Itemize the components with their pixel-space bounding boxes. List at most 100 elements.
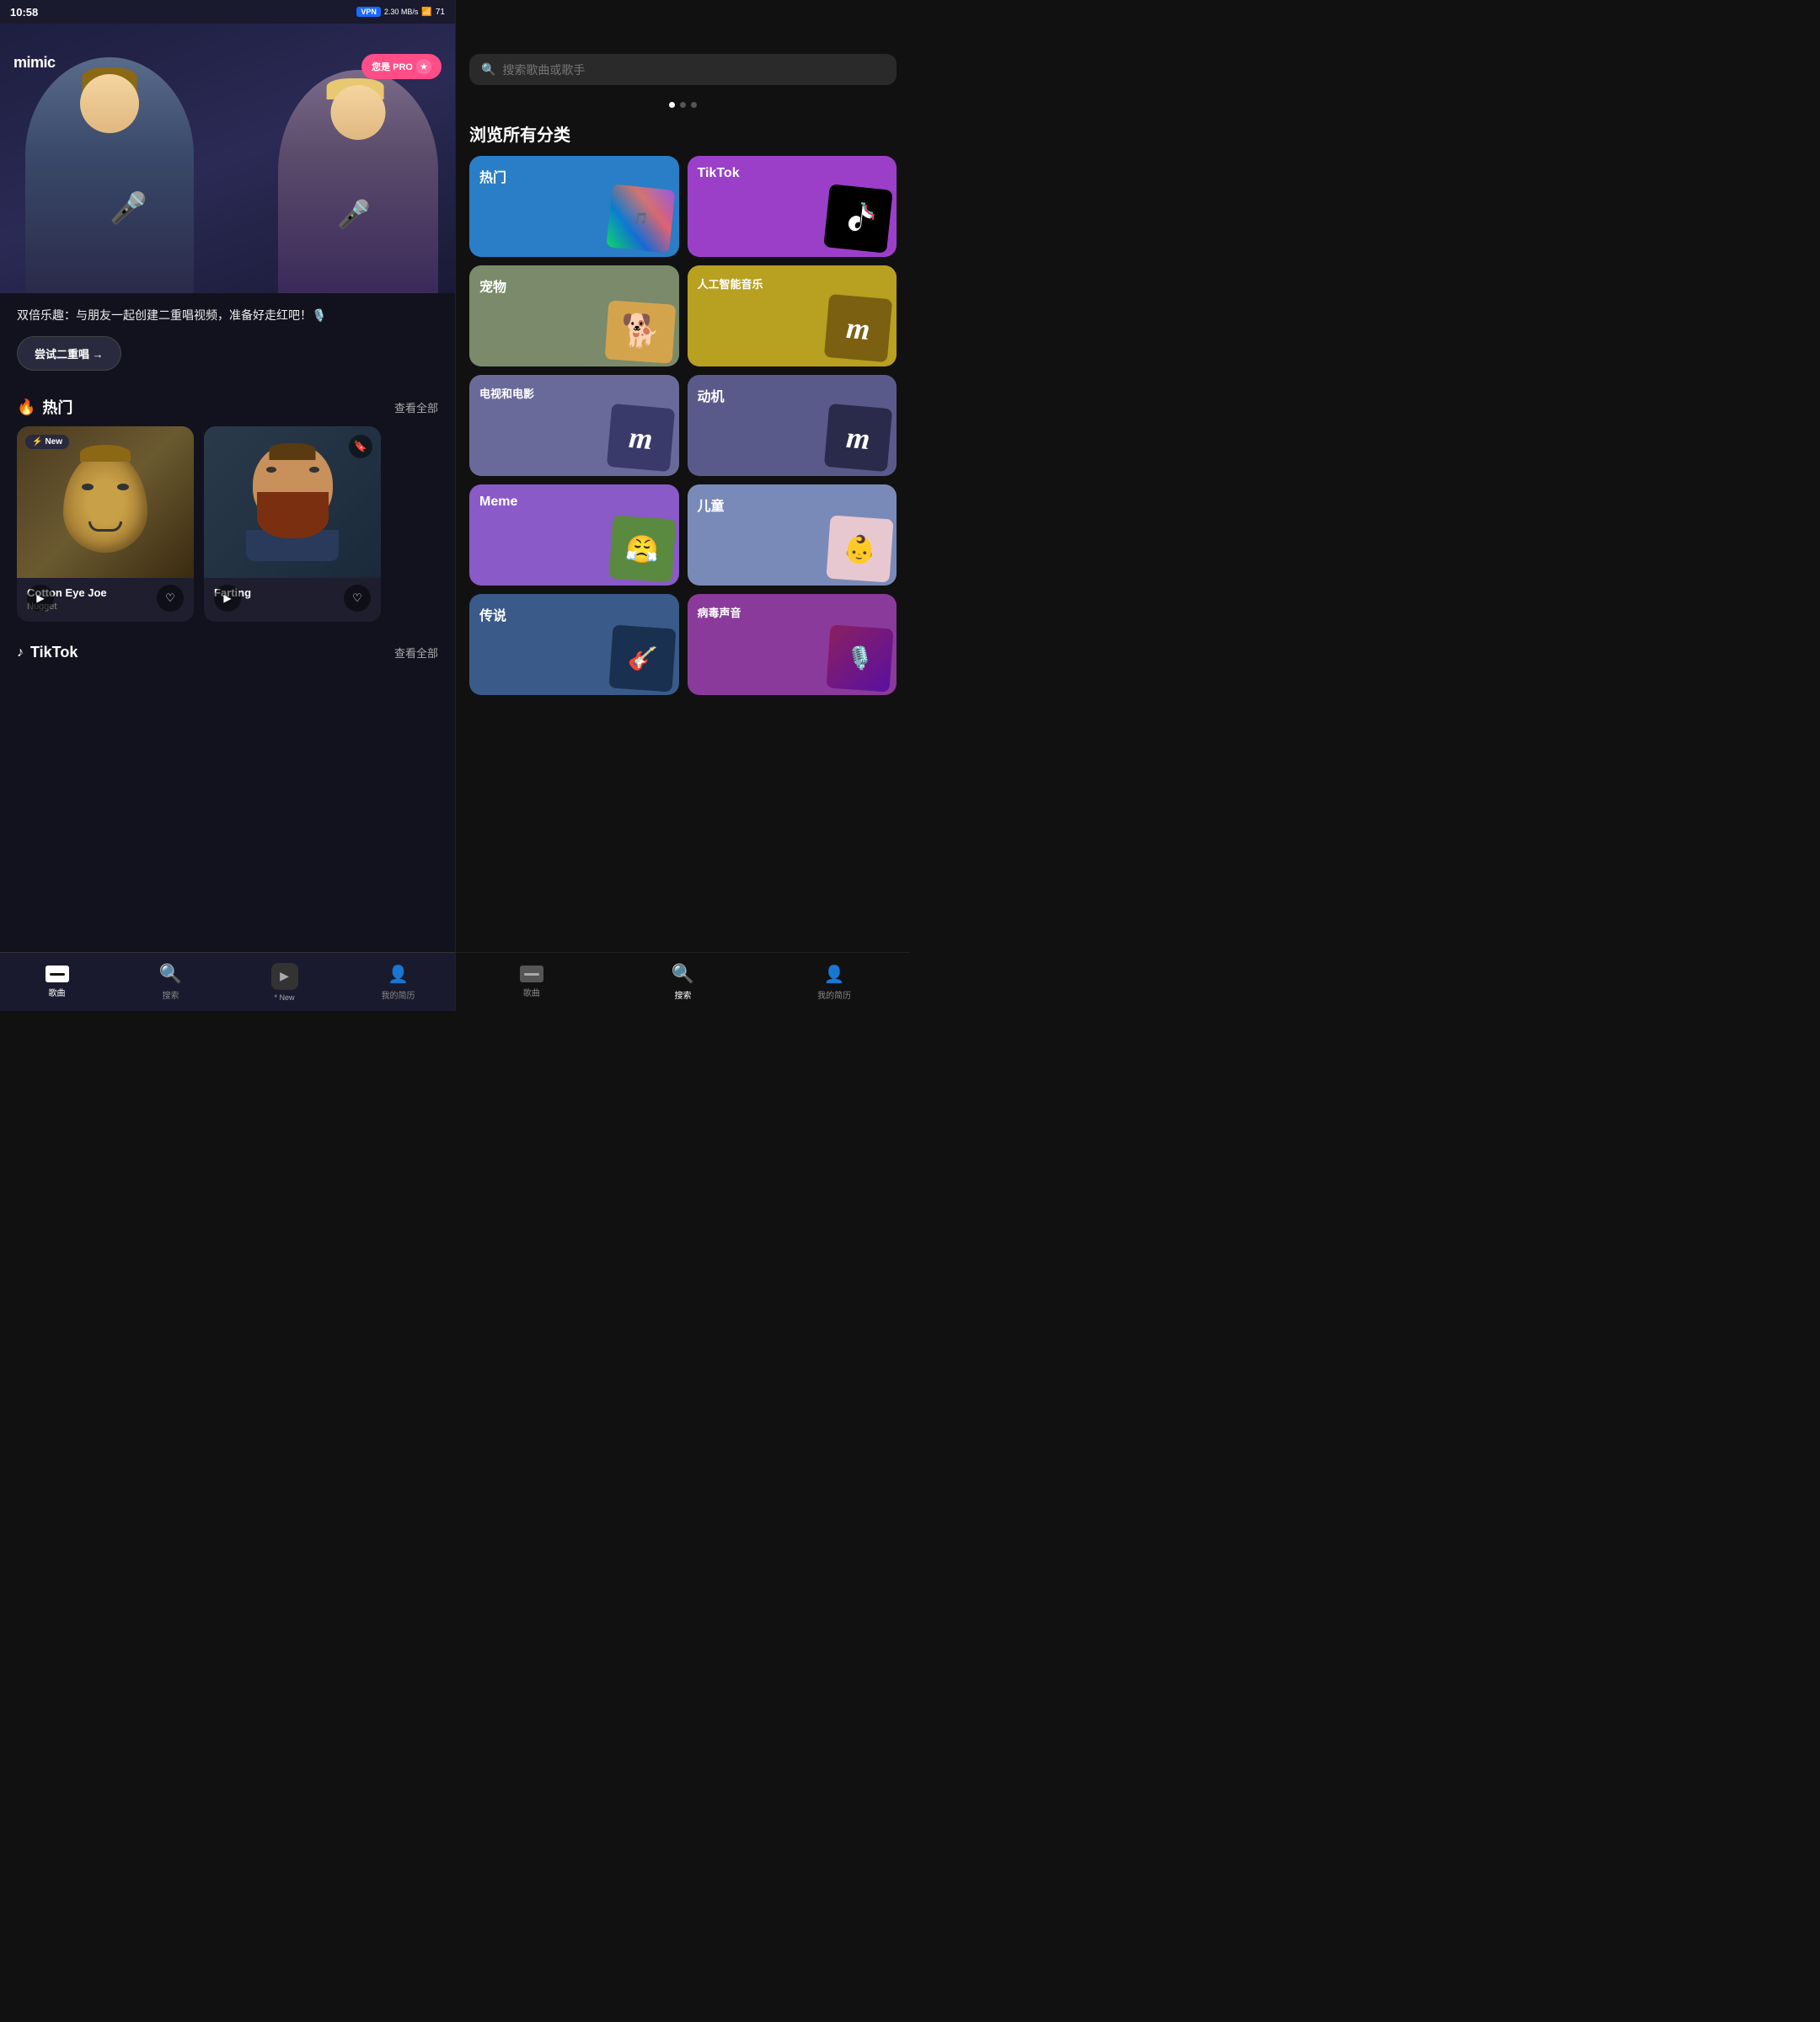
nav-songs-left[interactable]: 歌曲: [0, 966, 114, 998]
head-left: [80, 74, 139, 133]
status-bar-left: 10:58 VPN 2.30 MB/s 📶 71: [0, 0, 455, 24]
tiktok-see-all[interactable]: 查看全部: [394, 645, 438, 661]
songs-icon-left: [46, 966, 69, 982]
man-eye-left: [266, 467, 276, 473]
pro-badge[interactable]: 您是 PRO ★: [361, 54, 442, 79]
hot-title-wrap: 🔥 热门: [17, 396, 72, 418]
nav-profile-label-left: 我的简历: [382, 988, 415, 1001]
cat-label-legend: 传说: [479, 604, 506, 624]
nav-profile-right[interactable]: 👤 我的简历: [758, 964, 910, 1001]
duet-button[interactable]: 尝试二重唱 →: [17, 336, 121, 371]
nav-search-right[interactable]: 🔍 搜索: [608, 963, 759, 1001]
potato-character: [63, 452, 147, 553]
category-viral-sound[interactable]: 病毒声音 🎙️: [688, 594, 897, 695]
bookmark-button-farting[interactable]: 🔖: [349, 435, 372, 458]
hot-title: 热门: [42, 396, 72, 418]
like-button-cotton[interactable]: ♡: [157, 585, 184, 612]
category-tiktok[interactable]: TikTok: [688, 156, 897, 257]
mic-right: 🎤: [337, 198, 371, 230]
category-pet[interactable]: 宠物 🐕: [469, 265, 679, 366]
page-dots: [456, 95, 910, 115]
cat-label-motive: 动机: [698, 385, 725, 405]
bearded-man-illustration: [242, 443, 343, 561]
category-ai-music[interactable]: 人工智能音乐 m: [688, 265, 897, 366]
search-input[interactable]: [502, 63, 885, 77]
mimic-m-motive: m: [845, 419, 872, 456]
cat-thumb-ai: m: [824, 294, 892, 362]
nav-new-left[interactable]: ▶ * New: [228, 963, 341, 1002]
search-header: 🔍: [456, 24, 910, 95]
cat-label-pet: 宠物: [479, 275, 506, 296]
bolt-icon: ⚡: [32, 437, 42, 447]
song-card-cotton-eye-joe[interactable]: ⚡ New ▶ ♡ Cotton Eye Joe Nugget: [17, 426, 194, 622]
profile-icon-left: 👤: [388, 964, 409, 985]
nav-search-label-right: 搜索: [675, 988, 692, 1001]
mimic-m-ai: m: [845, 309, 872, 346]
left-panel: 10:58 VPN 2.30 MB/s 📶 71 🎤: [0, 0, 455, 1011]
songs-icon-right: [520, 966, 543, 982]
categories-grid: 热门 🎵 TikTok: [456, 156, 910, 695]
man-hair: [270, 443, 316, 460]
status-icons-left: VPN 2.30 MB/s 📶 71: [356, 7, 445, 17]
nav-search-left[interactable]: 🔍 搜索: [114, 963, 228, 1001]
nav-songs-label-left: 歌曲: [49, 986, 66, 998]
category-motive[interactable]: 动机 m: [688, 375, 897, 476]
man-eye-right: [309, 467, 319, 473]
play-button-cotton[interactable]: ▶: [27, 585, 54, 612]
search-icon-left: 🔍: [159, 963, 182, 985]
hot-see-all[interactable]: 查看全部: [394, 399, 438, 415]
profile-icon-right: 👤: [824, 964, 845, 985]
tiktok-section-header: ♪ TikTok 查看全部: [0, 629, 455, 670]
mic-left: 🎤: [110, 190, 147, 226]
category-legend[interactable]: 传说 🎸: [469, 594, 679, 695]
like-button-farting[interactable]: ♡: [344, 585, 371, 612]
mimic-m-tv: m: [627, 419, 654, 456]
new-plus-icon: ▶: [271, 963, 298, 990]
right-content: 🔍 浏览所有分类 热门 🎵 TikTok: [456, 0, 910, 1011]
tiktok-title: TikTok: [30, 644, 78, 661]
category-kids[interactable]: 儿童 👶: [688, 484, 897, 586]
speed-left: 2.30 MB/s: [384, 8, 419, 16]
hero-description: 双倍乐趣：与朋友一起创建二重唱视频，准备好走红吧！🎙️: [17, 307, 438, 324]
song-card-farting[interactable]: 🔖 ▶ ♡ Farting: [204, 426, 381, 622]
dot-2: [680, 102, 686, 108]
nav-profile-left[interactable]: 👤 我的简历: [341, 964, 455, 1001]
cat-thumb-legend: 🎸: [608, 624, 676, 692]
status-time-left: 10:58: [10, 6, 38, 19]
person-left: [25, 49, 194, 293]
app-logo: mimic: [13, 54, 56, 72]
person-right: [278, 66, 438, 293]
cat-thumb-tv: m: [606, 404, 674, 472]
nav-songs-right[interactable]: 歌曲: [456, 966, 608, 998]
search-bar[interactable]: 🔍: [469, 54, 897, 85]
search-icon-right: 🔍: [481, 62, 495, 77]
nav-profile-label-right: 我的简历: [817, 988, 851, 1001]
new-badge-cotton: ⚡ New: [25, 435, 69, 449]
bottom-nav-left: 歌曲 🔍 搜索 ▶ * New 👤 我的简历: [0, 952, 455, 1011]
category-hot[interactable]: 热门 🎵: [469, 156, 679, 257]
bottom-nav-right: 歌曲 🔍 搜索 👤 我的简历: [456, 952, 910, 1011]
cat-label-kids: 儿童: [698, 495, 725, 515]
song-thumb-cotton: [17, 426, 194, 578]
potato-eye-right: [117, 484, 129, 490]
category-tv-movies[interactable]: 电视和电影 m: [469, 375, 679, 476]
cat-thumb-kids: 👶: [826, 515, 893, 582]
cat-thumb-motive: m: [824, 404, 892, 472]
nav-search-label-left: 搜索: [163, 988, 179, 1001]
right-panel: 10:59 VPN 1.30 MB/s 📶 70 🔍 浏览所有分类: [455, 0, 910, 1011]
hot-section-header: 🔥 热门 查看全部: [0, 381, 455, 426]
pro-icon: ★: [416, 59, 431, 74]
cat-label-ai: 人工智能音乐: [698, 275, 763, 292]
man-head: [253, 443, 333, 526]
cat-thumb-hot: 🎵: [606, 184, 675, 253]
tiktok-icon: ♪: [17, 645, 24, 661]
cat-thumb-viral: 🎙️: [826, 624, 893, 692]
potato-hair: [80, 445, 131, 462]
songs-row: ⚡ New ▶ ♡ Cotton Eye Joe Nugget: [0, 426, 455, 622]
hero-section: 🎤 🎤 mimic 您是 PRO ★: [0, 24, 455, 293]
play-button-farting[interactable]: ▶: [214, 585, 241, 612]
nav-new-label-left: * New: [274, 993, 294, 1002]
category-meme[interactable]: Meme 😤: [469, 484, 679, 586]
vpn-badge-left: VPN: [356, 7, 381, 17]
cat-thumb-pet: 🐕: [604, 300, 676, 363]
